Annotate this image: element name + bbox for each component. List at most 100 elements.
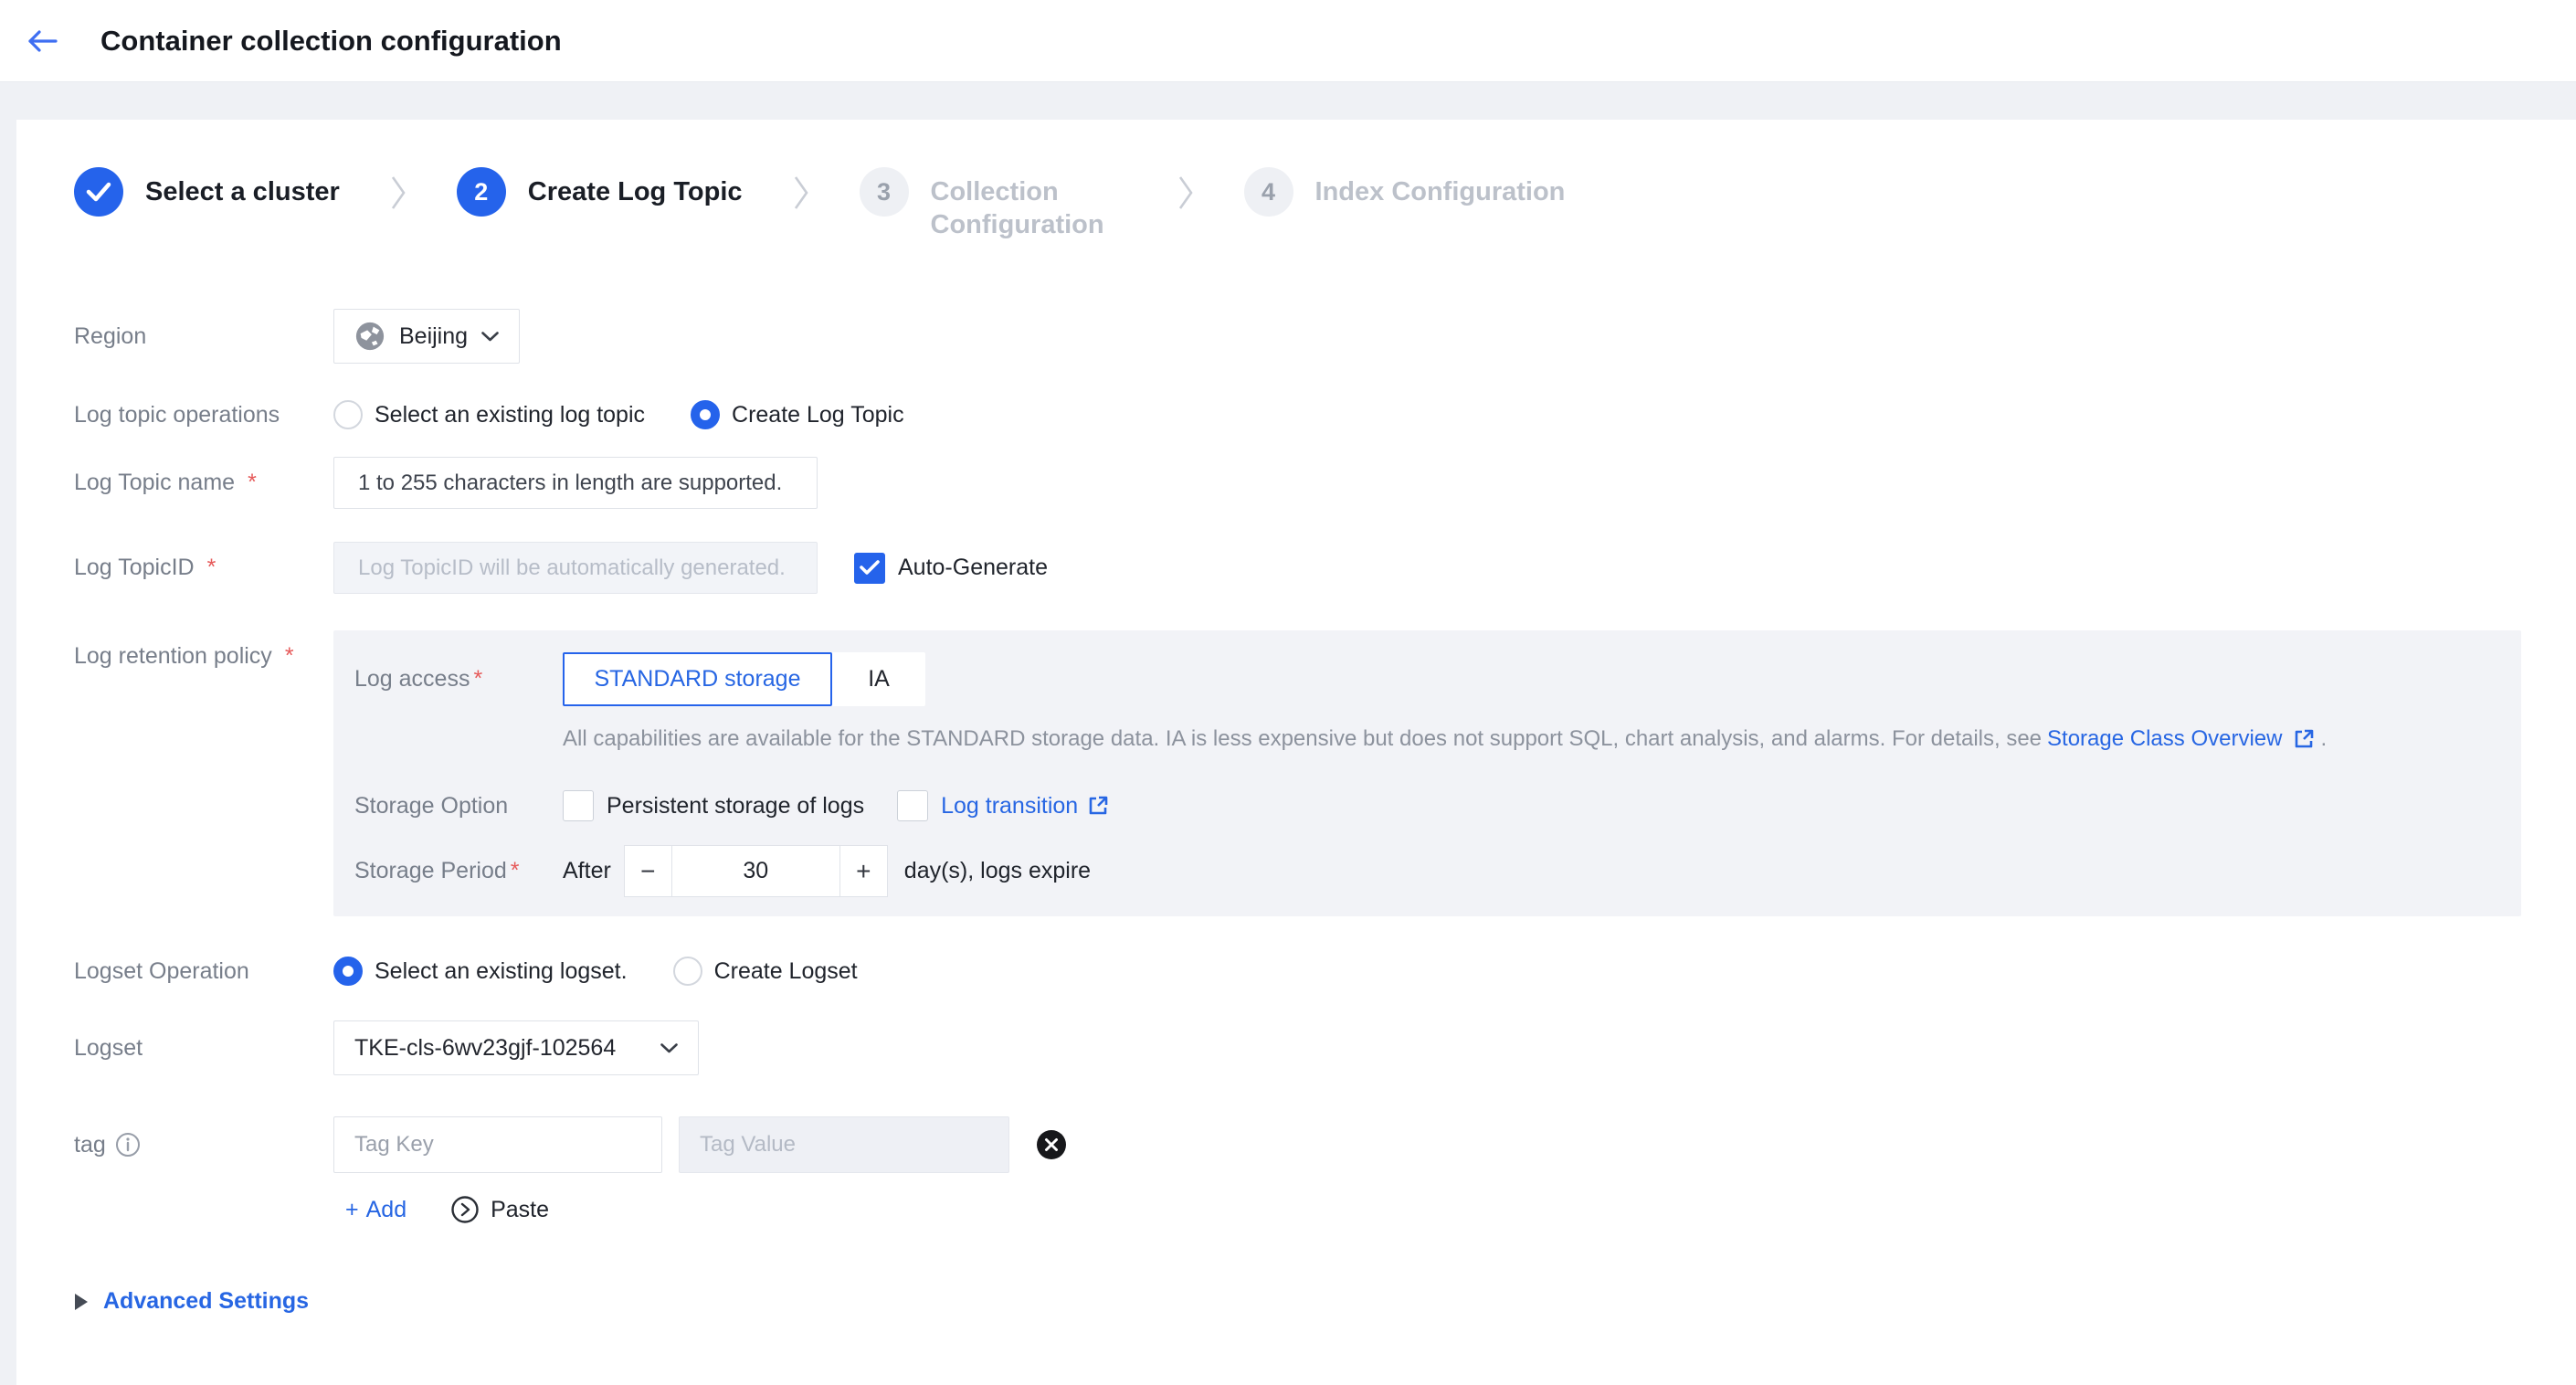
step-3-circle: 3 — [860, 167, 909, 217]
triangle-right-icon — [74, 1293, 89, 1311]
log-access-segmented-control: STANDARD storage IA — [563, 652, 925, 706]
chevron-down-icon — [660, 1043, 678, 1053]
step-2-label: Create Log Topic — [528, 167, 743, 208]
storage-period-input[interactable] — [672, 845, 839, 897]
tag-value-input[interactable] — [679, 1116, 1009, 1173]
storage-class-overview-link[interactable]: Storage Class Overview — [2047, 726, 2282, 752]
log-topic-name-label: Log Topic name* — [74, 470, 333, 496]
log-topic-name-input[interactable] — [333, 457, 818, 509]
step-3-label: Collection Configuration — [931, 167, 1127, 241]
chevron-right-icon — [1178, 175, 1193, 210]
log-topic-id-input — [333, 542, 818, 594]
info-icon[interactable] — [115, 1132, 141, 1158]
chevron-down-icon — [481, 332, 499, 342]
log-access-description: All capabilities are available for the S… — [563, 726, 2521, 752]
persistent-storage-checkbox[interactable]: Persistent storage of logs — [563, 790, 864, 821]
step-index-configuration[interactable]: 4 Index Configuration — [1244, 167, 1566, 217]
wizard-stepper: Select a cluster 2 Create Log Topic 3 Co… — [74, 167, 2521, 241]
step-1-circle — [74, 167, 123, 217]
content-card: Select a cluster 2 Create Log Topic 3 Co… — [16, 120, 2576, 1385]
paste-circle-icon — [450, 1195, 480, 1224]
page-header: Container collection configuration — [0, 0, 2576, 82]
delete-tag-button[interactable] — [1035, 1128, 1068, 1161]
paste-button[interactable]: Paste — [450, 1195, 549, 1224]
tag-actions-row: + Add Paste — [345, 1195, 2521, 1224]
log-access-row: Log access* STANDARD storage IA — [354, 652, 2521, 706]
step-2-circle: 2 — [457, 167, 506, 217]
increment-button[interactable]: + — [839, 845, 888, 897]
external-link-icon — [1087, 795, 1109, 817]
region-label: Region — [74, 323, 333, 350]
log-topic-name-row: Log Topic name* — [74, 457, 2521, 509]
required-asterisk: * — [207, 555, 216, 581]
storage-option-label: Storage Option — [354, 793, 563, 819]
logset-select[interactable]: TKE-cls-6wv23gjf-102564 — [333, 1020, 699, 1075]
x-circle-icon — [1035, 1128, 1068, 1161]
storage-period-stepper: − + — [624, 845, 888, 897]
required-asterisk: * — [473, 666, 482, 692]
log-topic-id-row: Log TopicID* Auto-Generate — [74, 542, 2521, 594]
region-row: Region Beijing — [74, 309, 2521, 364]
page-title: Container collection configuration — [100, 25, 562, 58]
check-icon — [860, 560, 880, 576]
step-create-log-topic[interactable]: 2 Create Log Topic — [457, 167, 743, 217]
step-4-circle: 4 — [1244, 167, 1293, 217]
log-transition-checkbox[interactable]: Log transition — [897, 790, 1109, 821]
decrement-button[interactable]: − — [624, 845, 672, 897]
step-4-label: Index Configuration — [1315, 167, 1566, 208]
logset-label: Logset — [74, 1035, 333, 1062]
standard-storage-option[interactable]: STANDARD storage — [563, 652, 832, 706]
log-access-label: Log access* — [354, 666, 563, 692]
plus-icon: + — [345, 1197, 359, 1223]
checkbox-unchecked-icon — [897, 790, 928, 821]
radio-create-logset[interactable]: Create Logset — [673, 957, 858, 986]
region-value: Beijing — [399, 323, 468, 350]
radio-off-icon — [673, 957, 702, 986]
radio-off-icon — [333, 400, 363, 429]
log-retention-policy-row: Log retention policy* Log access* STANDA… — [74, 630, 2521, 916]
tag-key-input[interactable] — [333, 1116, 662, 1173]
log-topic-operations-row: Log topic operations Select an existing … — [74, 400, 2521, 429]
required-asterisk: * — [285, 643, 294, 670]
radio-select-existing-log-topic[interactable]: Select an existing log topic — [333, 400, 645, 429]
radio-select-existing-logset[interactable]: Select an existing logset. — [333, 957, 628, 986]
log-topic-operations-label: Log topic operations — [74, 402, 333, 428]
required-asterisk: * — [248, 470, 257, 496]
radio-create-log-topic[interactable]: Create Log Topic — [691, 400, 904, 429]
log-transition-link[interactable]: Log transition — [941, 793, 1078, 819]
auto-generate-checkbox[interactable]: Auto-Generate — [854, 553, 1048, 584]
radio-on-icon — [333, 957, 363, 986]
add-tag-button[interactable]: + Add — [345, 1197, 406, 1223]
ia-option[interactable]: IA — [832, 652, 925, 706]
arrow-left-icon — [24, 27, 60, 55]
region-select[interactable]: Beijing — [333, 309, 520, 364]
log-topic-id-label: Log TopicID* — [74, 555, 333, 581]
chevron-right-icon — [794, 175, 808, 210]
logset-row: Logset TKE-cls-6wv23gjf-102564 — [74, 1020, 2521, 1075]
storage-period-label: Storage Period* — [354, 858, 563, 884]
logset-operation-row: Logset Operation Select an existing logs… — [74, 957, 2521, 986]
globe-icon — [354, 321, 385, 352]
chevron-right-icon — [391, 175, 406, 210]
checkbox-checked-icon — [854, 553, 885, 584]
tag-label: tag — [74, 1132, 333, 1158]
checkbox-unchecked-icon — [563, 790, 594, 821]
log-retention-policy-label: Log retention policy* — [74, 630, 333, 670]
storage-period-prefix: After — [563, 858, 611, 884]
storage-option-row: Storage Option Persistent storage of log… — [354, 790, 2521, 821]
logset-value: TKE-cls-6wv23gjf-102564 — [354, 1035, 616, 1062]
step-select-cluster[interactable]: Select a cluster — [74, 167, 340, 217]
external-link-icon[interactable] — [2293, 728, 2315, 750]
check-icon — [86, 182, 111, 202]
radio-on-icon — [691, 400, 720, 429]
tag-row: tag — [74, 1116, 2521, 1173]
log-retention-panel: Log access* STANDARD storage IA All capa… — [333, 630, 2521, 916]
storage-period-row: Storage Period* After − + day(s), logs e… — [354, 845, 2521, 897]
step-1-label: Select a cluster — [145, 167, 340, 208]
required-asterisk: * — [511, 858, 520, 883]
step-collection-configuration[interactable]: 3 Collection Configuration — [860, 167, 1127, 241]
logset-operation-label: Logset Operation — [74, 958, 333, 985]
advanced-settings-toggle[interactable]: Advanced Settings — [74, 1288, 2521, 1315]
back-button[interactable] — [20, 19, 64, 63]
storage-period-suffix: day(s), logs expire — [904, 858, 1091, 884]
